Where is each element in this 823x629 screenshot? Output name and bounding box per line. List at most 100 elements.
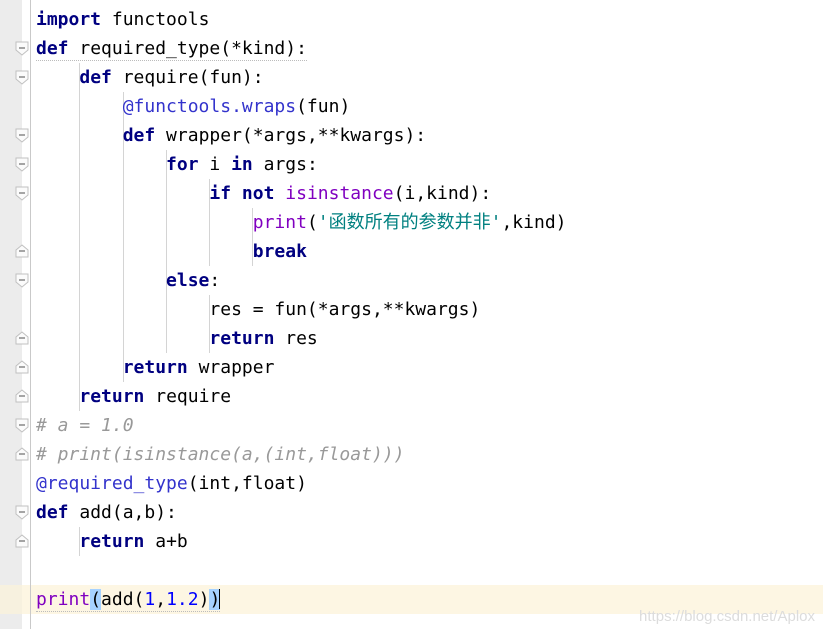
watermark: https://blog.csdn.net/Aplox [639, 608, 815, 625]
code-line-text: @functools.wraps(fun) [36, 96, 351, 117]
code-line-text: # print(isinstance(a,(int,float))) [36, 444, 404, 465]
code-line[interactable]: return res [36, 324, 318, 353]
code-token: @required_type [36, 473, 188, 494]
code-token: # a = 1.0 [36, 415, 134, 436]
code-token: wrapper [187, 357, 275, 378]
text-cursor [219, 589, 221, 609]
code-token: if not [209, 183, 275, 204]
code-token: require [144, 386, 232, 407]
code-line-text: # a = 1.0 [36, 415, 134, 436]
code-line[interactable]: else: [36, 266, 220, 295]
code-token: , [155, 589, 167, 610]
code-token: : [209, 270, 221, 291]
code-token: isinstance [285, 183, 394, 204]
code-token: return [79, 386, 145, 407]
code-line-text: print(add(1,1.2)) [36, 589, 221, 612]
code-line-text: @required_type(int,float) [36, 473, 307, 494]
code-line-text: def add(a,b): [36, 502, 177, 523]
code-token: wrapper(*args,**kwargs): [155, 125, 427, 146]
code-token: def [36, 38, 69, 59]
code-line-text: return wrapper [36, 357, 275, 378]
code-line-text: def required_type(*kind): [36, 38, 307, 61]
code-line[interactable]: return wrapper [36, 353, 275, 382]
code-line[interactable]: print('函数所有的参数并非',kind) [36, 208, 567, 237]
code-token: '函数所有的参数并非' [317, 212, 502, 233]
code-line[interactable]: print(add(1,1.2)) [36, 585, 221, 614]
code-token: ( [90, 589, 102, 610]
code-token: def [122, 125, 156, 146]
code-line[interactable]: return a+b [36, 527, 188, 556]
code-line[interactable]: for i in args: [36, 150, 318, 179]
code-line[interactable]: def required_type(*kind): [36, 34, 307, 63]
code-token: return [209, 328, 275, 349]
code-token: (int,float) [187, 473, 307, 494]
code-line[interactable]: def require(fun): [36, 63, 264, 92]
code-line-text: print('函数所有的参数并非',kind) [36, 212, 567, 233]
code-line[interactable]: break [36, 237, 307, 266]
code-content[interactable]: import functools def required_type(*kind)… [0, 0, 823, 629]
code-token: a+b [144, 531, 188, 552]
code-token: ,kind) [501, 212, 567, 233]
code-line-text: def wrapper(*args,**kwargs): [36, 125, 426, 146]
code-line[interactable]: @functools.wraps(fun) [36, 92, 351, 121]
code-token: else [166, 270, 210, 291]
code-token: require(fun): [111, 67, 264, 88]
code-line[interactable]: @required_type(int,float) [36, 469, 307, 498]
code-token: # print(isinstance(a,(int,float))) [36, 444, 405, 465]
code-editor[interactable]: import functools def required_type(*kind)… [0, 0, 823, 629]
code-token: i [198, 154, 232, 175]
code-token: res = fun(*args,**kwargs) [36, 299, 481, 320]
code-line[interactable]: def add(a,b): [36, 498, 177, 527]
code-token: print [252, 212, 307, 233]
code-line-text: return res [36, 328, 318, 349]
code-line-text: if not isinstance(i,kind): [36, 183, 491, 204]
code-token: for [166, 154, 199, 175]
code-token: return [79, 531, 145, 552]
code-token: 1.2 [166, 589, 199, 610]
code-token: add( [101, 589, 145, 610]
code-line-text: res = fun(*args,**kwargs) [36, 299, 480, 320]
code-token: 1 [144, 589, 156, 610]
code-line-text: break [36, 241, 307, 262]
code-line[interactable]: return require [36, 382, 231, 411]
code-token: add(a,b): [68, 502, 177, 523]
code-token: return [122, 357, 188, 378]
code-token: res [274, 328, 318, 349]
code-token: def [79, 67, 112, 88]
code-token: args: [252, 154, 318, 175]
code-token: required_type(*kind): [68, 38, 307, 59]
code-token: @functools.wraps [122, 96, 297, 117]
code-line[interactable]: # a = 1.0 [36, 411, 134, 440]
code-line-text: else: [36, 270, 220, 291]
code-token: (fun) [296, 96, 351, 117]
code-line-text: import functools [36, 9, 209, 30]
code-line[interactable]: res = fun(*args,**kwargs) [36, 295, 480, 324]
code-line-text: return require [36, 386, 231, 407]
code-line[interactable]: def wrapper(*args,**kwargs): [36, 121, 426, 150]
code-token: in [231, 154, 253, 175]
code-line-text: def require(fun): [36, 67, 264, 88]
code-token: (i,kind): [393, 183, 492, 204]
code-line[interactable]: if not isinstance(i,kind): [36, 179, 491, 208]
code-token: ( [306, 212, 318, 233]
code-token: break [252, 241, 307, 262]
code-line[interactable]: import functools [36, 5, 209, 34]
code-line-text: return a+b [36, 531, 188, 552]
code-token: import [36, 9, 102, 30]
code-token: functools [101, 9, 210, 30]
code-line[interactable]: # print(isinstance(a,(int,float))) [36, 440, 404, 469]
code-token: print [36, 589, 91, 610]
